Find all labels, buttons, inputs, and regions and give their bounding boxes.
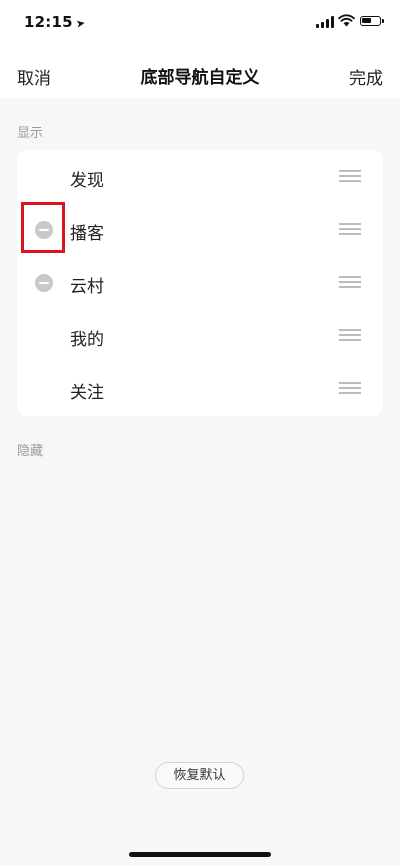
- list-item-label: 播客: [70, 224, 104, 244]
- location-arrow-icon: ➤: [74, 16, 87, 31]
- restore-default-button[interactable]: 恢复默认: [155, 762, 244, 789]
- status-time: 12:15 ➤: [24, 13, 87, 31]
- list-item-wode[interactable]: 我的: [17, 309, 383, 362]
- navigation-bar: 取消 底部导航自定义 完成: [0, 46, 400, 98]
- home-indicator: [129, 852, 271, 857]
- list-item-label: 关注: [70, 383, 104, 403]
- drag-handle-icon[interactable]: [339, 169, 361, 183]
- list-item-yuncun[interactable]: 云村: [17, 256, 383, 309]
- list-item-boke[interactable]: 播客: [17, 203, 383, 256]
- drag-handle-icon[interactable]: [339, 381, 361, 395]
- visible-section-label: 显示: [17, 126, 44, 141]
- cellular-signal-icon: [316, 15, 334, 28]
- list-item-label: 我的: [70, 330, 104, 350]
- battery-icon: [360, 16, 384, 26]
- done-button[interactable]: 完成: [349, 64, 383, 89]
- list-item-guanzhu[interactable]: 关注: [17, 362, 383, 415]
- status-time-text: 12:15: [24, 13, 73, 31]
- list-item-label: 发现: [70, 171, 104, 191]
- drag-handle-icon[interactable]: [339, 275, 361, 289]
- visible-items-list: 发现 播客 云村 我的 关注: [17, 150, 383, 416]
- wifi-icon: [338, 14, 355, 27]
- status-bar: 12:15 ➤: [0, 0, 400, 46]
- battery-level: [362, 18, 371, 23]
- page-title: 底部导航自定义: [140, 68, 260, 88]
- remove-icon[interactable]: [35, 274, 53, 292]
- highlight-box: [21, 202, 65, 253]
- list-item-label: 云村: [70, 277, 104, 297]
- list-item-faxian[interactable]: 发现: [17, 150, 383, 203]
- drag-handle-icon[interactable]: [339, 328, 361, 342]
- hidden-section-label: 隐藏: [17, 444, 44, 459]
- drag-handle-icon[interactable]: [339, 222, 361, 236]
